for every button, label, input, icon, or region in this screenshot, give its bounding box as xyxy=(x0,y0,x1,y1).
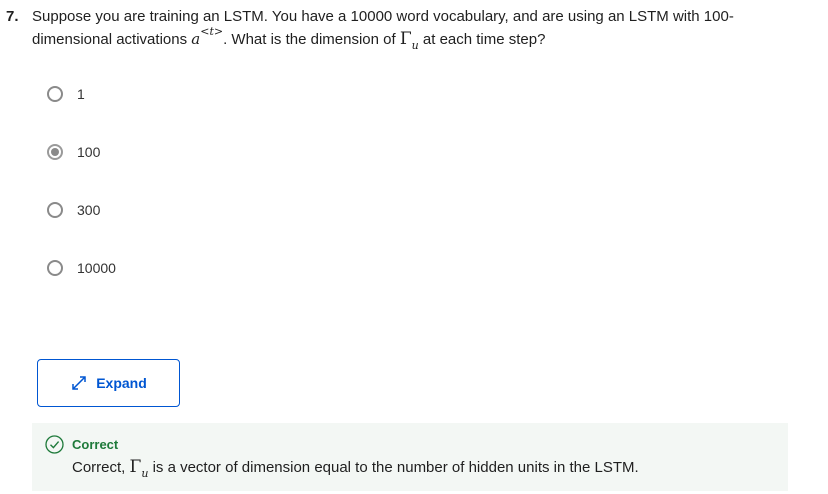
math-gamma-subscript: u xyxy=(411,39,419,52)
question-prompt: 7. Suppose you are training an LSTM. You… xyxy=(6,5,766,51)
radio-button[interactable] xyxy=(47,86,63,102)
expand-button[interactable]: Expand xyxy=(37,359,180,407)
sup-close: > xyxy=(213,25,224,38)
option-label: 1 xyxy=(77,86,85,102)
question-text-part2: . What is the dimension of xyxy=(223,31,400,48)
question-text: Suppose you are training an LSTM. You ha… xyxy=(32,5,766,51)
math-gamma: Γ xyxy=(129,457,142,477)
feedback-text-prefix: Correct, xyxy=(72,459,130,476)
option-100[interactable]: 100 xyxy=(47,140,100,164)
feedback-status: Correct xyxy=(72,437,119,452)
option-label: 10000 xyxy=(77,260,116,276)
feedback-explanation: Correct, Γu is a vector of dimension equ… xyxy=(72,457,639,479)
question-text-part3: at each time step? xyxy=(418,31,546,48)
radio-button[interactable] xyxy=(47,260,63,276)
option-300[interactable]: 300 xyxy=(47,198,100,222)
option-label: 100 xyxy=(77,144,101,160)
check-circle-icon xyxy=(45,435,64,454)
math-activation-var: a xyxy=(191,30,201,48)
expand-button-label: Expand xyxy=(96,375,147,391)
math-gamma: Γ xyxy=(399,29,412,49)
feedback-text-suffix: is a vector of dimension equal to the nu… xyxy=(148,459,639,476)
option-1[interactable]: 1 xyxy=(47,82,85,106)
radio-button[interactable] xyxy=(47,202,63,218)
question-number: 7. xyxy=(6,8,19,25)
feedback-panel: Correct Correct, Γu is a vector of dimen… xyxy=(32,423,788,491)
radio-button-selected[interactable] xyxy=(47,144,63,160)
expand-arrows-icon xyxy=(72,376,86,390)
option-10000[interactable]: 10000 xyxy=(47,256,116,280)
math-activation-superscript: <t> xyxy=(200,25,223,38)
option-label: 300 xyxy=(77,202,101,218)
